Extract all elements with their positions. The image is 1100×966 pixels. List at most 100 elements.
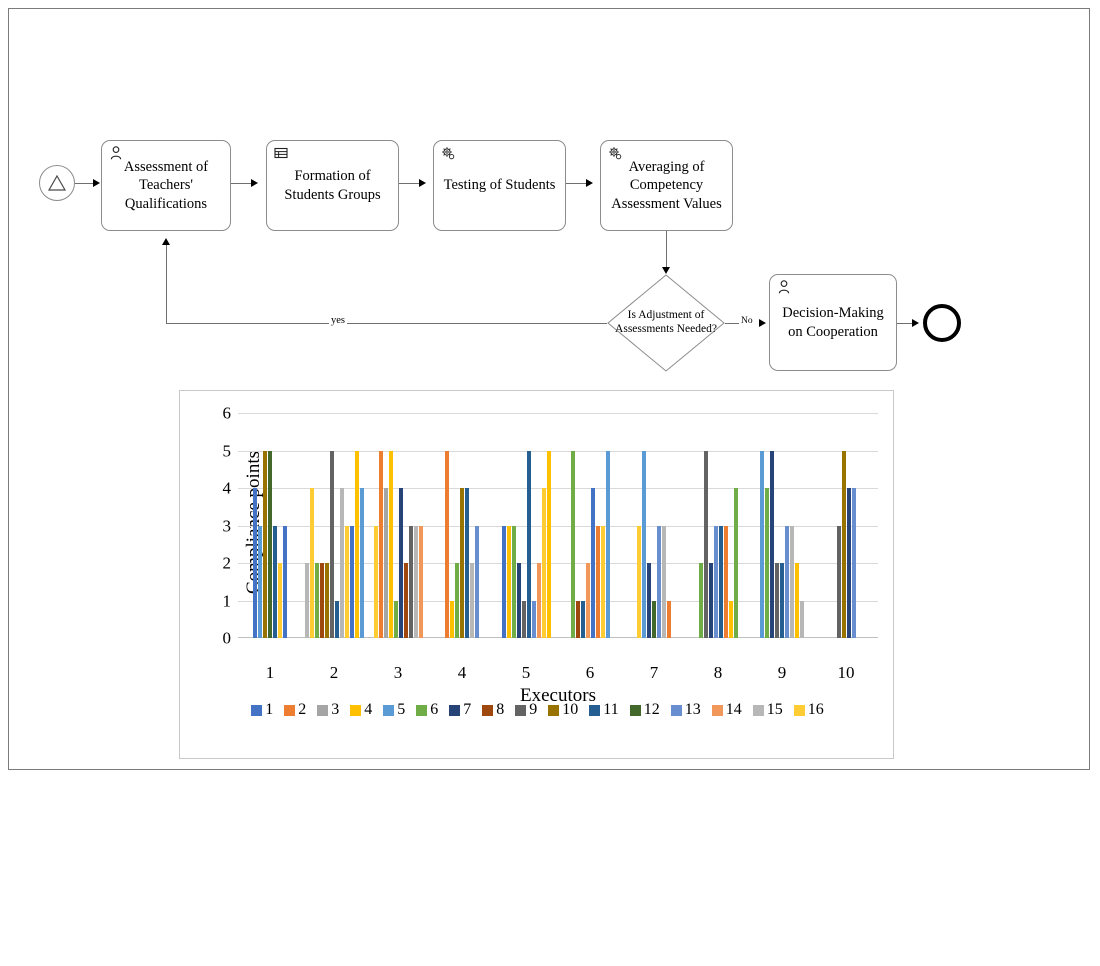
bar[interactable] — [309, 488, 314, 638]
legend-item[interactable]: 5 — [383, 701, 405, 719]
bar[interactable] — [304, 563, 309, 638]
bar[interactable] — [383, 488, 388, 638]
legend-item[interactable]: 15 — [752, 701, 783, 719]
bar[interactable] — [511, 525, 516, 638]
bar[interactable] — [600, 525, 605, 638]
bar[interactable] — [475, 525, 479, 638]
bar[interactable] — [541, 488, 546, 638]
bar[interactable] — [393, 600, 398, 638]
bar[interactable] — [339, 488, 344, 638]
task-decision-making-on-cooperation[interactable]: Decision-Making on Cooperation — [769, 274, 897, 371]
bar[interactable] — [403, 563, 408, 638]
bar[interactable] — [780, 563, 784, 638]
bar[interactable] — [580, 600, 585, 638]
bar[interactable] — [263, 450, 267, 638]
bar[interactable] — [698, 563, 703, 638]
bar[interactable] — [526, 450, 531, 638]
task-formation-of-students-groups[interactable]: Formation of Students Groups — [266, 140, 399, 231]
bar[interactable] — [652, 600, 656, 638]
bar[interactable] — [795, 563, 799, 638]
bar[interactable] — [733, 488, 738, 638]
bar[interactable] — [775, 563, 779, 638]
bar[interactable] — [349, 525, 354, 638]
bar[interactable] — [516, 563, 521, 638]
bar[interactable] — [418, 525, 423, 638]
bar[interactable] — [324, 563, 329, 638]
bar[interactable] — [770, 450, 774, 638]
legend-item[interactable]: 9 — [515, 701, 537, 719]
bar[interactable] — [590, 488, 595, 638]
bar[interactable] — [445, 450, 449, 638]
bar[interactable] — [398, 488, 403, 638]
bar[interactable] — [278, 563, 282, 638]
bar[interactable] — [536, 563, 541, 638]
bar[interactable] — [253, 488, 257, 638]
bar[interactable] — [455, 563, 459, 638]
legend-item[interactable]: 16 — [793, 701, 824, 719]
bar[interactable] — [465, 488, 469, 638]
bar[interactable] — [836, 525, 841, 638]
bar[interactable] — [765, 488, 769, 638]
bar[interactable] — [575, 600, 580, 638]
bar[interactable] — [851, 488, 856, 638]
bar[interactable] — [841, 450, 846, 638]
bar[interactable] — [718, 525, 723, 638]
bar[interactable] — [413, 525, 418, 638]
legend-item[interactable]: 4 — [350, 701, 372, 719]
bar[interactable] — [760, 450, 764, 638]
legend-item[interactable]: 6 — [416, 701, 438, 719]
bar[interactable] — [846, 488, 851, 638]
bar[interactable] — [334, 600, 339, 638]
legend-item[interactable]: 12 — [629, 701, 660, 719]
bar[interactable] — [388, 450, 393, 638]
bar[interactable] — [450, 600, 454, 638]
bar[interactable] — [642, 450, 646, 638]
bar[interactable] — [570, 450, 575, 638]
task-testing-of-students[interactable]: Testing of Students — [433, 140, 566, 231]
bar[interactable] — [790, 525, 794, 638]
bar[interactable] — [637, 525, 641, 638]
legend-item[interactable]: 14 — [711, 701, 742, 719]
bar[interactable] — [595, 525, 600, 638]
legend-item[interactable]: 1 — [251, 701, 273, 719]
legend-item[interactable]: 7 — [449, 701, 471, 719]
gateway-is-adjustment-needed[interactable]: Is Adjustment of Assessments Needed? — [607, 274, 725, 372]
bar[interactable] — [585, 563, 590, 638]
bar[interactable] — [273, 525, 277, 638]
bar[interactable] — [531, 600, 536, 638]
legend-item[interactable]: 10 — [548, 701, 578, 719]
legend-item[interactable]: 2 — [284, 701, 306, 719]
end-event[interactable] — [923, 304, 961, 342]
bar[interactable] — [657, 525, 661, 638]
bar[interactable] — [728, 600, 733, 638]
legend-item[interactable]: 13 — [670, 701, 701, 719]
legend-item[interactable]: 11 — [589, 701, 619, 719]
bar[interactable] — [408, 525, 413, 638]
bar[interactable] — [546, 450, 551, 638]
bar[interactable] — [268, 450, 272, 638]
bar[interactable] — [354, 450, 359, 638]
bar[interactable] — [785, 525, 789, 638]
bar[interactable] — [373, 525, 378, 638]
bar[interactable] — [708, 563, 713, 638]
bar[interactable] — [521, 600, 526, 638]
bar[interactable] — [662, 525, 666, 638]
bar[interactable] — [667, 600, 671, 638]
bar[interactable] — [703, 450, 708, 638]
bar[interactable] — [723, 525, 728, 638]
bar[interactable] — [800, 600, 804, 638]
bar[interactable] — [713, 525, 718, 638]
bar[interactable] — [314, 563, 319, 638]
bar[interactable] — [460, 488, 464, 638]
bar[interactable] — [470, 563, 474, 638]
start-event[interactable] — [39, 165, 75, 201]
bar[interactable] — [378, 450, 383, 638]
task-averaging-of-competency-assessment-values[interactable]: Averaging of Competency Assessment Value… — [600, 140, 733, 231]
bar[interactable] — [501, 525, 506, 638]
bar[interactable] — [605, 450, 610, 638]
task-assessment-of-teachers-qualifications[interactable]: Assessment of Teachers' Qualifications — [101, 140, 231, 231]
bar[interactable] — [506, 525, 511, 638]
legend-item[interactable]: 8 — [482, 701, 504, 719]
bar[interactable] — [283, 525, 287, 638]
bar[interactable] — [319, 563, 324, 638]
